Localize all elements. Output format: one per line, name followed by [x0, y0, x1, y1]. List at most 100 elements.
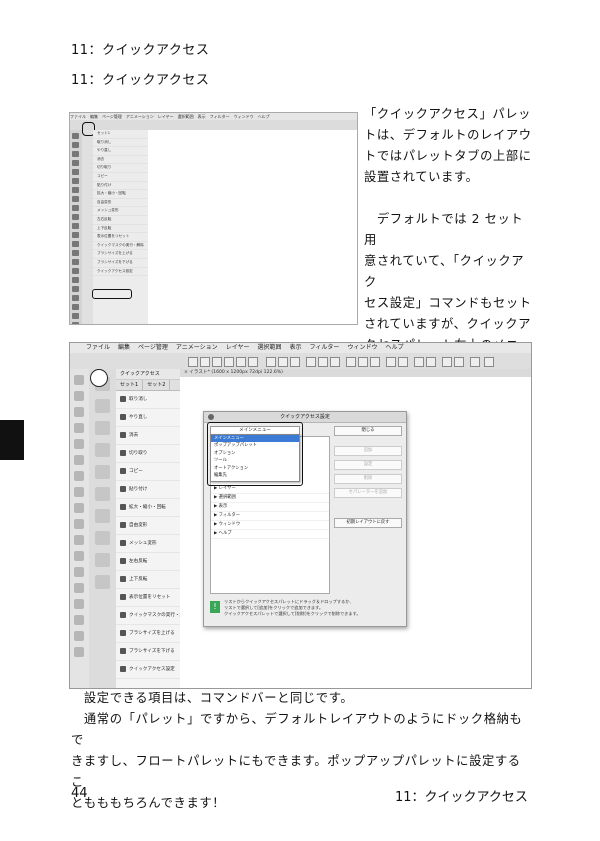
menu-item[interactable]: 編集 [90, 114, 98, 119]
panel-item[interactable]: 左右反転 [93, 216, 148, 225]
quick-access-item[interactable]: 拡大・縮小・回転 [116, 499, 180, 517]
item-label: 表示位置をリセット [129, 595, 171, 600]
menu-item[interactable]: ファイル [70, 114, 86, 119]
panel-item[interactable]: 貼り付け [93, 182, 148, 191]
document-tab[interactable]: × イラスト* (1600 x 1200px 72dpi 122.6%) [180, 369, 531, 377]
menu-item[interactable]: フィルター [310, 344, 340, 351]
quick-access-item[interactable]: 上下反転 [116, 571, 180, 589]
item-label: ブラシサイズを上げる [129, 631, 175, 636]
quick-access-item[interactable]: ブラシサイズを下げる [116, 643, 180, 661]
panel-title: クイックアクセス [116, 369, 180, 380]
menu-item[interactable]: ヘルプ [385, 344, 403, 351]
text-line: 設定できる項目は、コマンドバーと同じです。 [71, 691, 354, 705]
text-line: トは、デフォルトのレイアウ [364, 128, 532, 142]
quick-access-item[interactable]: ブラシサイズを上げる [116, 625, 180, 643]
panel-item[interactable]: やり直し [93, 147, 148, 156]
quick-access-item[interactable]: メッシュ変形 [116, 535, 180, 553]
panel-item[interactable]: 自由変形 [93, 199, 148, 208]
item-label: 上下反転 [129, 577, 148, 582]
item-label: 拡大・縮小・回転 [129, 505, 166, 510]
quick-access-item[interactable]: 消去 [116, 427, 180, 445]
list-item[interactable]: ▶ フィルター [211, 512, 329, 521]
panel-item[interactable]: クイックマスクの実行・解除 [93, 242, 148, 251]
item-label: やり直し [129, 415, 148, 420]
close-button[interactable]: 閉じる [334, 426, 402, 436]
panel-item[interactable]: 消去 [93, 156, 148, 165]
menu-item[interactable]: レイヤー [226, 344, 250, 351]
list-item[interactable]: ▶ 表示 [211, 503, 329, 512]
add-button[interactable]: 追加 [334, 446, 402, 456]
quick-access-icon[interactable] [90, 369, 108, 387]
quick-access-item[interactable]: クイックマスクの実行・解除 [116, 607, 189, 625]
close-icon[interactable] [208, 414, 214, 420]
quick-access-item[interactable]: 切り取り [116, 445, 180, 463]
panel-item[interactable]: 上下反転 [93, 225, 148, 234]
list-item[interactable]: ▶ ウィンドウ [211, 521, 329, 530]
quick-access-item[interactable]: やり直し [116, 409, 180, 427]
screenshot-default-layout: ファイル 編集 ページ管理 アニメーション レイヤー 選択範囲 表示 フィルター ウィンドウ ヘル… [69, 112, 358, 325]
menu-item[interactable]: 選択範囲 [258, 344, 282, 351]
menu-item[interactable]: ウィンドウ [234, 114, 254, 119]
item-label: 自由変形 [129, 523, 148, 528]
panel-item[interactable]: 表示位置をリセット [93, 233, 148, 242]
item-label: 貼り付け [129, 487, 148, 492]
quick-access-item[interactable]: クイックアクセス設定 [116, 661, 180, 679]
item-label: クイックアクセス設定 [129, 667, 175, 672]
quick-access-item[interactable]: 左右反転 [116, 553, 180, 571]
panel-item[interactable]: 切り取り [93, 164, 148, 173]
panel-item[interactable]: ブラシサイズを下げる [93, 259, 148, 268]
menu-item[interactable]: 表示 [290, 344, 302, 351]
panel-item[interactable]: メッシュ変形 [93, 207, 148, 216]
quick-access-item[interactable]: 取り消し [116, 391, 180, 409]
quick-access-item[interactable]: 自由変形 [116, 517, 180, 535]
text-line: 設置されています。 [364, 170, 479, 184]
menu-item[interactable]: ページ管理 [102, 114, 122, 119]
panel-item[interactable]: ブラシサイズを上げる [93, 250, 148, 259]
info-line: クイックアクセスパレットで選択して[削除]をクリックで削除できます。 [224, 611, 361, 616]
quick-access-panel: クイックアクセス セット1 セット2 取り消しやり直し消去切り取りコピー貼り付け拡… [116, 369, 189, 688]
item-label: 切り取り [129, 451, 148, 456]
menu-item[interactable]: ファイル [86, 344, 110, 351]
command-icon [120, 665, 126, 672]
menu-item[interactable]: アニメーション [176, 344, 218, 351]
menu-item[interactable]: ウィンドウ [347, 344, 377, 351]
item-label: メッシュ変形 [129, 541, 157, 546]
menu-item[interactable]: レイヤー [158, 114, 174, 119]
panel-item[interactable]: 取り消し [93, 139, 148, 148]
menu-item[interactable]: ヘルプ [258, 114, 270, 119]
command-icon [120, 413, 126, 420]
panel-tabs: セット1 セット2 [116, 380, 180, 391]
settings-button[interactable]: 設定 [334, 460, 402, 470]
command-icon [120, 647, 126, 654]
text-line: 「クイックアクセス」パレッ [364, 107, 532, 121]
list-item[interactable]: ▶ 選択範囲 [211, 494, 329, 503]
panel-item[interactable]: 拡大・縮小・回転 [93, 190, 148, 199]
add-separator-button[interactable]: セパレーターを追加 [334, 488, 402, 498]
quick-access-item[interactable]: 表示位置をリセット [116, 589, 180, 607]
panel-item[interactable]: クイックアクセス設定 [93, 268, 148, 277]
list-item[interactable]: ▶ レイヤー [211, 485, 329, 494]
menu-item[interactable]: フィルター [210, 114, 230, 119]
command-icon [120, 593, 126, 600]
menu-item[interactable]: 編集 [118, 344, 130, 351]
command-icon [120, 575, 126, 582]
reset-layout-button[interactable]: 初期レイアウトに戻す [334, 518, 402, 528]
command-icon [120, 539, 126, 546]
menu-item[interactable]: 表示 [198, 114, 206, 119]
quick-access-item[interactable]: コピー [116, 463, 180, 481]
dialog-info: ! リストからクイックアクセスパレットにドラッグ＆ドロップするか、 リストで選択し… [210, 599, 400, 621]
text-line: 意されていて、「クイックアク [364, 254, 525, 289]
menu-item[interactable]: 選択範囲 [178, 114, 194, 119]
command-icon [120, 629, 126, 636]
list-item[interactable]: ▶ ヘルプ [211, 530, 329, 539]
panel-tab[interactable]: セット1 [116, 380, 144, 390]
panel-item[interactable]: コピー [93, 173, 148, 182]
quick-access-item[interactable]: 貼り付け [116, 481, 180, 499]
command-icon [120, 467, 126, 474]
item-label: 消去 [129, 433, 139, 438]
menu-item[interactable]: ページ管理 [138, 344, 168, 351]
delete-button[interactable]: 削除 [334, 474, 402, 484]
menu-item[interactable]: アニメーション [126, 114, 154, 119]
panel-tab[interactable]: セット2 [143, 380, 171, 390]
panel-item[interactable]: セット1 [93, 130, 148, 139]
